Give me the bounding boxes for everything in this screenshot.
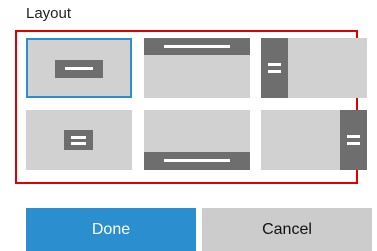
layout-option-bottom[interactable]: [144, 110, 250, 170]
layout-option-right[interactable]: [261, 110, 367, 170]
layout-option-center[interactable]: [26, 38, 132, 98]
cancel-button[interactable]: Cancel: [202, 208, 372, 251]
done-button[interactable]: Done: [26, 208, 196, 251]
top-banner-line: [164, 45, 230, 48]
bottom-banner-line: [164, 159, 230, 162]
bottom-banner-icon: [144, 152, 250, 170]
right-banner-line-1: [347, 135, 360, 138]
center-small-line-1: [71, 136, 86, 139]
left-banner-line-2: [268, 70, 281, 73]
layout-option-center-small[interactable]: [26, 110, 132, 170]
center-banner-line: [65, 67, 93, 70]
center-banner-icon: [55, 60, 103, 78]
layout-title: Layout: [26, 5, 72, 22]
left-banner-icon: [261, 38, 288, 98]
layout-option-left[interactable]: [261, 38, 367, 98]
left-banner-line-1: [268, 63, 281, 66]
center-small-icon: [64, 130, 93, 150]
top-banner-icon: [144, 38, 250, 55]
right-banner-line-2: [347, 142, 360, 145]
right-banner-icon: [340, 110, 367, 170]
center-small-line-2: [71, 142, 86, 145]
layout-option-top[interactable]: [144, 38, 250, 98]
